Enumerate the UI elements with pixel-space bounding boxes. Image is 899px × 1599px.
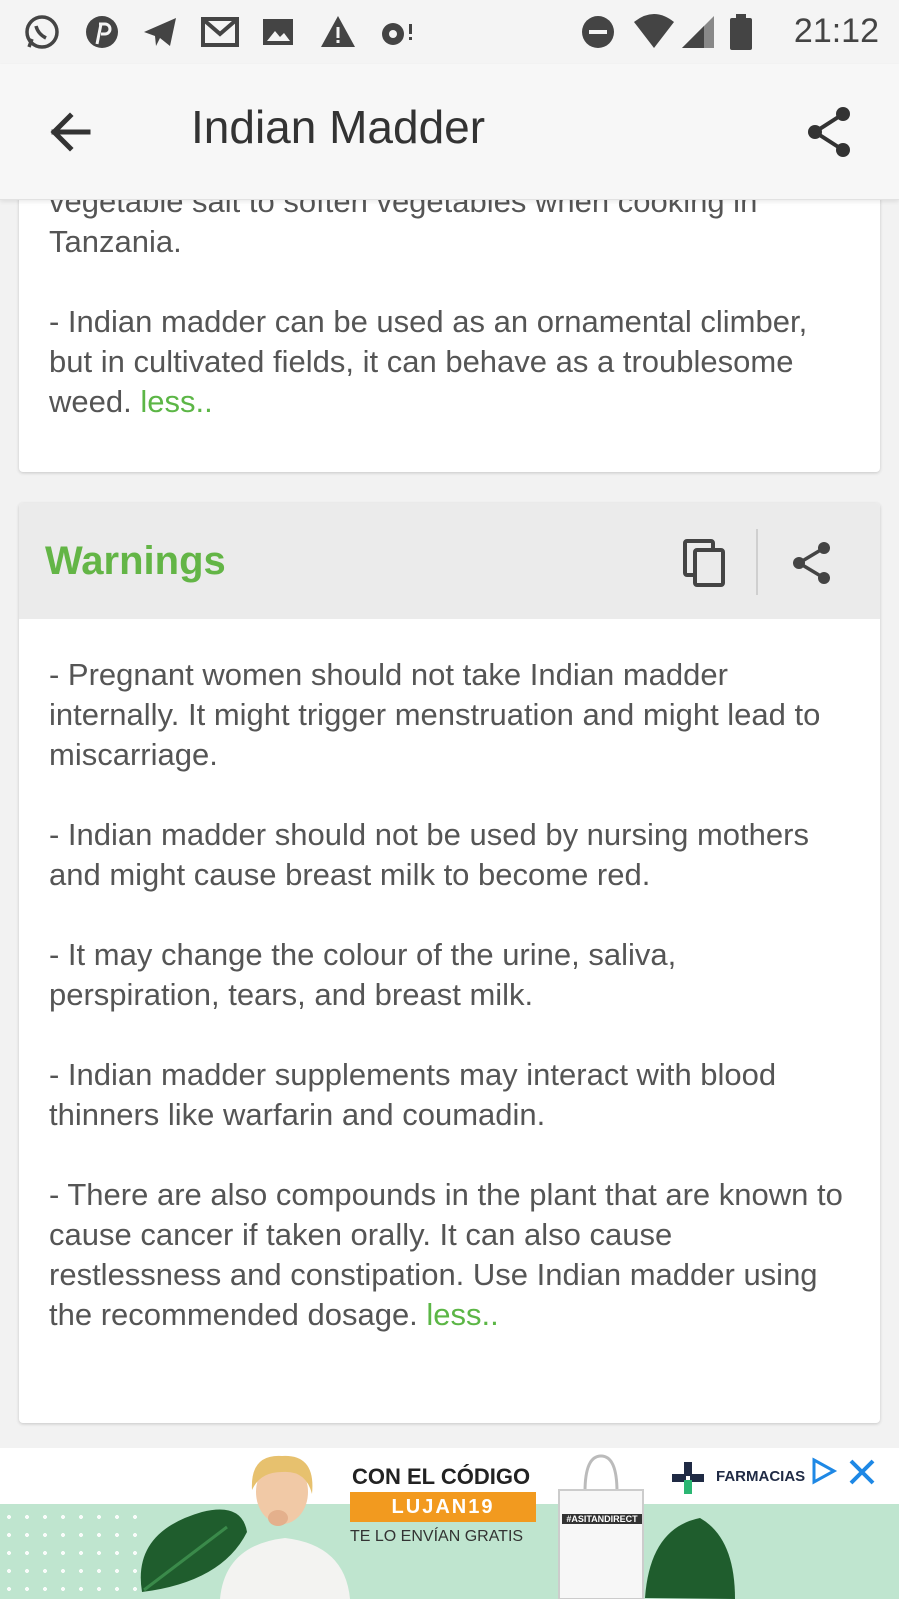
paragraph: - Indian madder should not be used by nu… xyxy=(49,817,809,892)
pharmacy-cross-icon xyxy=(672,1462,704,1494)
paragraph: - Indian madder can be used as an orname… xyxy=(49,302,849,422)
content-scroll[interactable]: vegetable salt to soften vegetables when… xyxy=(0,200,899,1480)
page-title: Indian Madder xyxy=(191,101,486,153)
status-bar: 21:12 xyxy=(0,0,899,64)
share-icon[interactable] xyxy=(797,100,861,164)
telegram-icon xyxy=(144,18,176,46)
paragraph: - There are also compounds in the plant … xyxy=(49,1175,849,1335)
leaf-icon xyxy=(645,1518,735,1599)
divider xyxy=(756,529,758,595)
paragraph: - It may change the colour of the urine,… xyxy=(49,937,677,1012)
bag-label: #ASITANDIRECT xyxy=(562,1514,642,1524)
close-icon[interactable] xyxy=(846,1456,878,1488)
ad-subline: TE LO ENVÍAN GRATIS xyxy=(350,1528,524,1545)
ad-banner[interactable]: #ASITANDIRECT CON EL CÓDIGO LUJAN19 TE L… xyxy=(0,1448,899,1599)
person-image xyxy=(220,1455,350,1599)
less-link[interactable]: less.. xyxy=(426,1297,498,1332)
warnings-text: - Pregnant women should not take Indian … xyxy=(49,655,849,1335)
pinterest-icon xyxy=(86,16,118,48)
warnings-heading: Warnings xyxy=(45,539,226,583)
less-link[interactable]: less.. xyxy=(140,384,212,419)
paragraph: - Indian madder supplements may interact… xyxy=(49,1057,777,1132)
warnings-header: Warnings xyxy=(19,503,880,619)
battery-icon xyxy=(730,14,752,50)
signal-icon xyxy=(682,16,714,48)
ad-dot-pattern xyxy=(0,1508,150,1598)
uses-card: vegetable salt to soften vegetables when… xyxy=(19,200,880,472)
gallery-icon xyxy=(263,19,293,45)
ad-brand: FARMACIAS xyxy=(716,1468,806,1485)
app-bar: Indian Madder xyxy=(0,64,899,200)
warning-icon xyxy=(321,16,355,47)
clock: 21:12 xyxy=(793,12,879,50)
vpn-key-icon xyxy=(382,23,412,45)
shopping-bag-image xyxy=(558,1454,644,1599)
do-not-disturb-icon xyxy=(582,16,614,48)
whatsapp-icon xyxy=(25,15,59,49)
arrow-back-icon[interactable] xyxy=(40,100,104,164)
uses-text: vegetable salt to soften vegetables when… xyxy=(49,200,849,422)
adchoices-icon[interactable] xyxy=(808,1456,838,1486)
warnings-card: Warnings - Pregnant women should not tak… xyxy=(19,503,880,1423)
gmail-icon xyxy=(201,17,239,47)
paragraph: vegetable salt to soften vegetables when… xyxy=(49,200,758,259)
copy-icon[interactable] xyxy=(679,537,731,589)
ad-headline: CON EL CÓDIGO xyxy=(352,1464,531,1489)
wifi-icon xyxy=(634,14,674,48)
ad-promo-code: LUJAN19 xyxy=(350,1492,536,1522)
share-icon[interactable] xyxy=(786,537,838,589)
paragraph: - Pregnant women should not take Indian … xyxy=(49,657,821,772)
